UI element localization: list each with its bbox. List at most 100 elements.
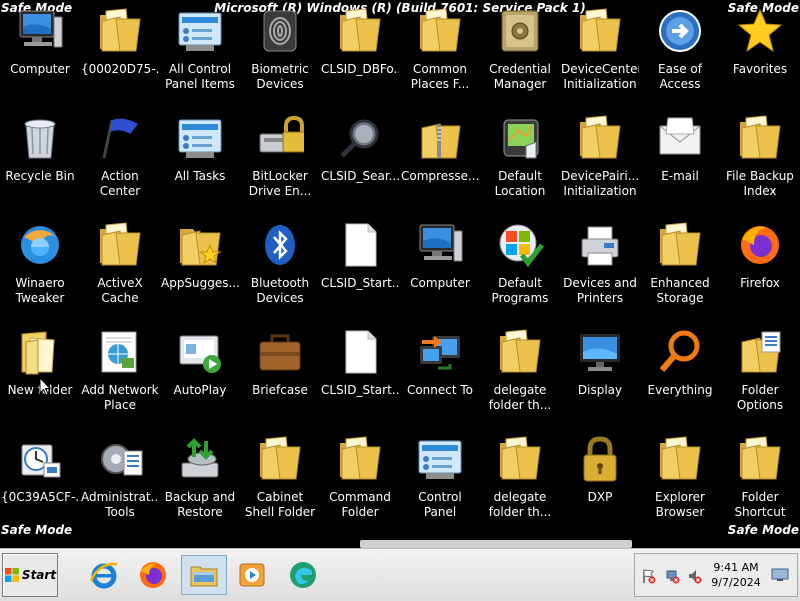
bluetooth-icon — [255, 220, 305, 270]
folder-icon — [415, 6, 465, 56]
blank-document-icon — [335, 220, 385, 270]
computer-icon — [15, 6, 65, 56]
everything-icon — [655, 327, 705, 377]
taskbar-internet-explorer-button[interactable] — [85, 557, 123, 593]
desktop-icon-label: Cabinet Shell Folder — [244, 490, 316, 519]
network-status-icon[interactable] — [665, 568, 681, 584]
desktop-icon-label: Connect To — [406, 383, 474, 397]
desktop-icon-label: Enhanced Storage Da... — [650, 276, 710, 305]
desktop-icon-appsugges[interactable]: AppSugges... — [160, 214, 240, 321]
desktop-icon-briefcase[interactable]: Briefcase — [240, 321, 320, 428]
desktop-icon-clsid-start[interactable]: CLSID_Start... — [320, 214, 400, 321]
desktop-icon-clsid-start[interactable]: CLSID_Start... — [320, 321, 400, 428]
show-desktop-icon[interactable] — [771, 568, 789, 582]
desktop-icon-clsid-dbfo[interactable]: CLSID_DBFo... — [320, 0, 400, 107]
desktop-icon-00020d75[interactable]: {00020D75-... — [80, 0, 160, 107]
system-tray: 9:41 AM 9/7/2024 — [634, 553, 798, 597]
desktop-icon-default-location[interactable]: Default Location — [480, 107, 560, 214]
desktop-icon-e-mail[interactable]: E-mail — [640, 107, 720, 214]
desktop-icon-default-programs[interactable]: Default Programs — [480, 214, 560, 321]
folder-star-icon — [175, 220, 225, 270]
action-center-flag-icon[interactable] — [641, 568, 657, 584]
desktop-icon-enhanced-storage-da[interactable]: Enhanced Storage Da... — [640, 214, 720, 321]
horizontal-scrollbar[interactable] — [360, 540, 632, 548]
volume-muted-icon[interactable] — [687, 568, 703, 584]
desktop-icon-folder-shortcut[interactable]: Folder Shortcut — [720, 428, 800, 535]
start-button[interactable]: Start — [2, 553, 58, 597]
flag-icon — [95, 113, 145, 163]
desktop-icon-delegate-folder-th[interactable]: delegate folder th... — [480, 321, 560, 428]
desktop-icon-connect-to[interactable]: Connect To — [400, 321, 480, 428]
desktop-icon-credential-manager[interactable]: Credential Manager — [480, 0, 560, 107]
desktop-icon-firefox[interactable]: Firefox — [720, 214, 800, 321]
desktop-icon-computer[interactable]: Computer — [0, 0, 80, 107]
safe-mode-label-bottom-right: Safe Mode — [727, 523, 799, 537]
desktop-icon-activex-cache-folder[interactable]: ActiveX Cache Folder — [80, 214, 160, 321]
media-player-icon — [239, 563, 265, 587]
autoplay-icon — [175, 327, 225, 377]
desktop-icon-label: AutoPlay — [173, 383, 227, 397]
folder-icon — [95, 6, 145, 56]
desktop-icon-label: All Control Panel Items — [165, 62, 235, 91]
desktop-icon-delegate-folder-th[interactable]: delegate folder th... — [480, 428, 560, 535]
desktop-icon-0c39a5cf[interactable]: {0C39A5CF-... — [0, 428, 80, 535]
desktop-icon-administrat-tools[interactable]: Administrat... Tools — [80, 428, 160, 535]
padlock-icon — [575, 434, 625, 484]
desktop-icon-autoplay[interactable]: AutoPlay — [160, 321, 240, 428]
desktop-icon-clsid-sear[interactable]: CLSID_Sear... — [320, 107, 400, 214]
desktop-icon-label: Computer — [10, 62, 70, 76]
desktop-icon-devices-and-printers[interactable]: Devices and Printers — [560, 214, 640, 321]
desktop-icon-label: All Tasks — [174, 169, 226, 183]
desktop-icon-label: DevicePairi... Initialization — [561, 169, 639, 198]
taskbar-windows-explorer-button[interactable] — [181, 555, 227, 595]
desktop-icon-recycle-bin[interactable]: Recycle Bin — [0, 107, 80, 214]
desktop-icon-label: Everything — [647, 383, 713, 397]
desktop-icon-compresse[interactable]: Compresse... — [400, 107, 480, 214]
taskbar-media-player-button[interactable] — [233, 557, 271, 593]
desktop-icon-label: Command Folder — [329, 490, 391, 519]
desktop-icon-everything[interactable]: Everything — [640, 321, 720, 428]
desktop-icon-bitlocker-drive-en[interactable]: BitLocker Drive En... — [240, 107, 320, 214]
desktop-icon-ease-of-access-center[interactable]: Ease of Access Center — [640, 0, 720, 107]
desktop-icon-dxp[interactable]: DXP — [560, 428, 640, 535]
desktop-icon-devicepairi-initialization[interactable]: DevicePairi... Initialization — [560, 107, 640, 214]
desktop-icon-favorites[interactable]: Favorites — [720, 0, 800, 107]
desktop-icon-folder-options[interactable]: Folder Options — [720, 321, 800, 428]
desktop-icon-display[interactable]: Display — [560, 321, 640, 428]
desktop-icon-label: Devices and Printers — [563, 276, 637, 305]
desktop-icon-label: Administrat... Tools — [81, 490, 159, 519]
desktop-icon-action-center[interactable]: Action Center — [80, 107, 160, 214]
desktop-icon-biometric-devices[interactable]: Biometric Devices — [240, 0, 320, 107]
clock-time: 9:41 AM — [713, 561, 759, 574]
desktop-icon-all-tasks[interactable]: All Tasks — [160, 107, 240, 214]
desktop-icon-add-network-place[interactable]: Add Network Place — [80, 321, 160, 428]
desktop-icon-control-panel[interactable]: Control Panel — [400, 428, 480, 535]
desktop-icon-command-folder[interactable]: Command Folder — [320, 428, 400, 535]
desktop-icon-backup-and-restore[interactable]: Backup and Restore — [160, 428, 240, 535]
desktop-icon-devicecenter-initialization[interactable]: DeviceCenter Initialization — [560, 0, 640, 107]
folder-icon — [655, 220, 705, 270]
recycle-bin-icon — [15, 113, 65, 163]
desktop-icon-label: CLSID_Start... — [321, 276, 399, 290]
folder-icon — [335, 6, 385, 56]
control-panel-icon — [175, 113, 225, 163]
desktop-icon-file-backup-index[interactable]: File Backup Index — [720, 107, 800, 214]
desktop-icon-winaero-tweaker[interactable]: Winaero Tweaker — [0, 214, 80, 321]
desktop-icon-new-folder[interactable]: New folder — [0, 321, 80, 428]
desktop-icon-label: {0C39A5CF-... — [1, 490, 79, 504]
desktop-icon-cabinet-shell-folder[interactable]: Cabinet Shell Folder — [240, 428, 320, 535]
monitor-icon — [575, 327, 625, 377]
desktop-icon-computer[interactable]: Computer — [400, 214, 480, 321]
desktop-icon-label: Recycle Bin — [5, 169, 75, 183]
zip-folder-icon — [415, 113, 465, 163]
desktop-icon-label: Action Center — [99, 169, 141, 198]
desktop-icon-all-control-panel-items[interactable]: All Control Panel Items — [160, 0, 240, 107]
desktop-icon-common-places-f[interactable]: Common Places F... — [400, 0, 480, 107]
system-clock[interactable]: 9:41 AM 9/7/2024 — [705, 560, 767, 590]
taskbar-firefox-button[interactable] — [134, 557, 172, 593]
desktop-icon-bluetooth-devices[interactable]: Bluetooth Devices — [240, 214, 320, 321]
desktop-icon-label: CLSID_DBFo... — [321, 62, 399, 76]
desktop-icon-explorer-browser-res[interactable]: Explorer Browser Res... — [640, 428, 720, 535]
taskbar-edge-button[interactable] — [284, 557, 322, 593]
desktop-icon-label: DeviceCenter Initialization — [561, 62, 639, 91]
